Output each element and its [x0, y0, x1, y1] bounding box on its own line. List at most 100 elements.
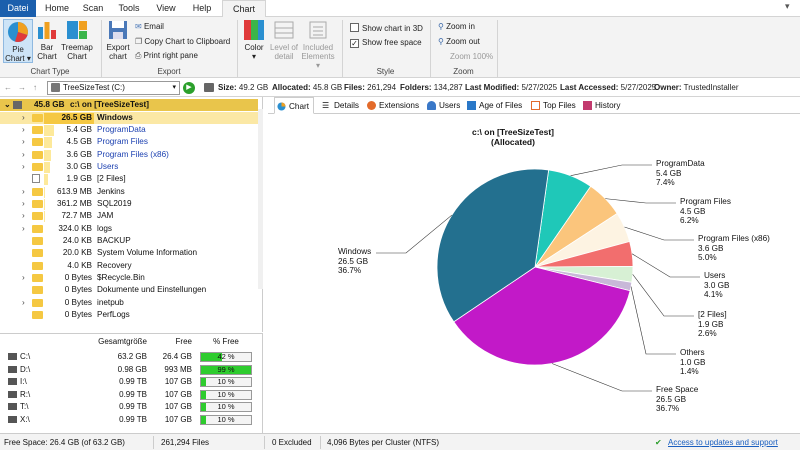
expand-icon[interactable]: ›: [22, 149, 25, 161]
tab-tools[interactable]: Tools: [110, 0, 148, 17]
folder-tree: ⌄ 45.8 GB c:\ on [TreeSizeTest] › 26.5 GB…: [0, 97, 263, 332]
print-button[interactable]: ⎙ Print right pane: [135, 51, 198, 61]
expand-icon[interactable]: ›: [22, 272, 25, 284]
slice-size: 1.0 GB: [680, 357, 706, 367]
tree-scrollbar[interactable]: [258, 109, 263, 289]
tab-home[interactable]: Home: [38, 0, 76, 17]
folder-size: 26.5 GB: [61, 112, 93, 122]
folder-name: [2 Files]: [97, 174, 126, 184]
drive-row[interactable]: X:\ 0.99 TB 107 GB 10 %: [0, 414, 263, 427]
modified-label: Last Modified:: [465, 83, 520, 92]
drive-row[interactable]: I:\ 0.99 TB 107 GB 10 %: [0, 376, 263, 389]
tree-row[interactable]: 0 Bytes PerfLogs: [0, 309, 258, 321]
drive-row[interactable]: D:\ 0.98 GB 993 MB 99 %: [0, 364, 263, 377]
collapse-ribbon-icon[interactable]: ▾: [785, 2, 794, 11]
tree-row[interactable]: › 3.6 GB Program Files (x86): [0, 149, 258, 161]
treemap-chart-button[interactable]: Treemap Chart: [60, 19, 94, 61]
show-free-space-checkbox[interactable]: ✓ Show free space: [350, 38, 422, 48]
tree-root-row[interactable]: ⌄ 45.8 GB c:\ on [TreeSizeTest]: [0, 99, 258, 111]
tree-row[interactable]: › 324.0 KB logs: [0, 223, 258, 235]
owner-label: Owner:: [654, 83, 682, 92]
header-total[interactable]: Gesamtgröße: [85, 336, 147, 349]
tree-row[interactable]: 4.0 KB Recovery: [0, 260, 258, 272]
tree-row[interactable]: › 613.9 MB Jenkins: [0, 186, 258, 198]
expand-icon[interactable]: ›: [22, 161, 25, 173]
leader-line: [624, 226, 694, 241]
tree-row[interactable]: › 72.7 MB JAM: [0, 210, 258, 223]
path-dropdown[interactable]: TreeSizeTest (C:) ▾: [47, 81, 180, 95]
expand-icon[interactable]: ›: [22, 223, 25, 235]
zoom-100-button[interactable]: Zoom 100%: [450, 52, 493, 61]
back-arrow-icon[interactable]: ←: [4, 79, 12, 97]
tree-row[interactable]: › 3.0 GB Users: [0, 161, 258, 173]
pie-chart-icon: [8, 22, 28, 42]
drive-row[interactable]: T:\ 0.99 TB 107 GB 10 %: [0, 401, 263, 414]
folder-icon: [32, 274, 43, 283]
expand-icon[interactable]: ›: [22, 112, 25, 124]
expand-icon[interactable]: ›: [22, 186, 25, 198]
included-elements-button[interactable]: Included Elements ▾: [300, 19, 336, 70]
start-scan-icon[interactable]: ▶: [183, 82, 195, 94]
updates-support-link[interactable]: Access to updates and support: [668, 434, 778, 450]
drive-row[interactable]: R:\ 0.99 TB 107 GB 10 %: [0, 389, 263, 402]
folder-name: BACKUP: [97, 236, 131, 245]
email-button[interactable]: ✉ Email: [135, 22, 164, 31]
slice-size: 26.5 GB: [656, 394, 687, 404]
tree-row[interactable]: › 5.4 GB ProgramData: [0, 124, 258, 136]
folder-name: inetpub: [97, 297, 124, 307]
owner-info: Owner: TrustedInstaller: [654, 79, 738, 97]
tab-view[interactable]: View: [148, 0, 184, 17]
save-icon: [109, 21, 127, 39]
show-3d-checkbox[interactable]: Show chart in 3D: [350, 23, 423, 33]
bar-chart-button[interactable]: Bar Chart: [35, 19, 59, 61]
collapse-icon[interactable]: ⌄: [4, 99, 11, 111]
drive-list-header: Gesamtgröße Free % Free: [0, 336, 263, 349]
tree-row[interactable]: › 26.5 GB Windows: [0, 111, 258, 124]
chart-pane: Chart ☰ Details Extensions Users Age of F…: [268, 97, 800, 433]
pie-chart-button[interactable]: Pie Chart ▾: [3, 19, 33, 63]
tree-row[interactable]: 0 Bytes Dokumente und Einstellungen: [0, 284, 258, 296]
tab-help[interactable]: Help: [184, 0, 220, 17]
tab-datei[interactable]: Datei: [0, 0, 36, 17]
tree-row[interactable]: 20.0 KB System Volume Information: [0, 247, 258, 259]
folder-name: JAM: [97, 211, 114, 221]
export-chart-button[interactable]: Export chart: [104, 19, 132, 61]
folder-icon: [32, 138, 43, 147]
header-percent-free[interactable]: % Free: [200, 336, 252, 349]
slice-percent: 4.1%: [704, 290, 723, 299]
zoom-out-button[interactable]: ⚲ Zoom out: [438, 37, 480, 46]
zoom-in-button[interactable]: ⚲ Zoom in: [438, 22, 475, 31]
drive-icon: [8, 416, 17, 423]
color-button[interactable]: Color ▾: [241, 19, 267, 61]
expand-icon[interactable]: ›: [22, 297, 25, 309]
slice-size: 5.4 GB: [656, 168, 682, 178]
file-icon: [32, 174, 40, 184]
expand-icon[interactable]: ›: [22, 210, 25, 222]
percent-free-value: 10 %: [217, 377, 235, 387]
tree-row[interactable]: › 4.5 GB Program Files: [0, 136, 258, 149]
color-label: Color ▾: [244, 43, 264, 61]
copy-chart-button[interactable]: ❐ Copy Chart to Clipboard: [135, 37, 230, 46]
tree-row[interactable]: 24.0 KB BACKUP: [0, 235, 258, 247]
expand-icon[interactable]: ›: [22, 124, 25, 136]
tree-row[interactable]: › 0 Bytes $Recycle.Bin: [0, 272, 258, 284]
expand-icon[interactable]: ›: [22, 198, 25, 210]
drive-row[interactable]: C:\ 63.2 GB 26.4 GB 42 %: [0, 351, 263, 364]
level-of-detail-button[interactable]: Level of detail: [268, 19, 300, 61]
drive-name: D:\: [20, 364, 31, 374]
folder-size: 0 Bytes: [64, 297, 92, 307]
expand-icon[interactable]: ›: [22, 136, 25, 148]
files-label: Files:: [344, 83, 365, 92]
tree-row[interactable]: › 361.2 MB SQL2019: [0, 198, 258, 210]
up-arrow-icon[interactable]: ↑: [33, 79, 37, 97]
slice-label: Program Files 4.5 GB 6.2%: [680, 197, 731, 226]
tree-row[interactable]: › 0 Bytes inetpub: [0, 297, 258, 309]
header-free[interactable]: Free: [150, 336, 192, 349]
tab-chart[interactable]: Chart: [222, 0, 266, 18]
folder-icon: [32, 237, 43, 245]
forward-arrow-icon[interactable]: →: [18, 79, 26, 97]
tab-scan[interactable]: Scan: [76, 0, 110, 17]
tree-row[interactable]: 1.9 GB [2 Files]: [0, 173, 258, 186]
slice-size: 1.9 GB: [698, 319, 724, 329]
folder-icon: [32, 212, 43, 221]
